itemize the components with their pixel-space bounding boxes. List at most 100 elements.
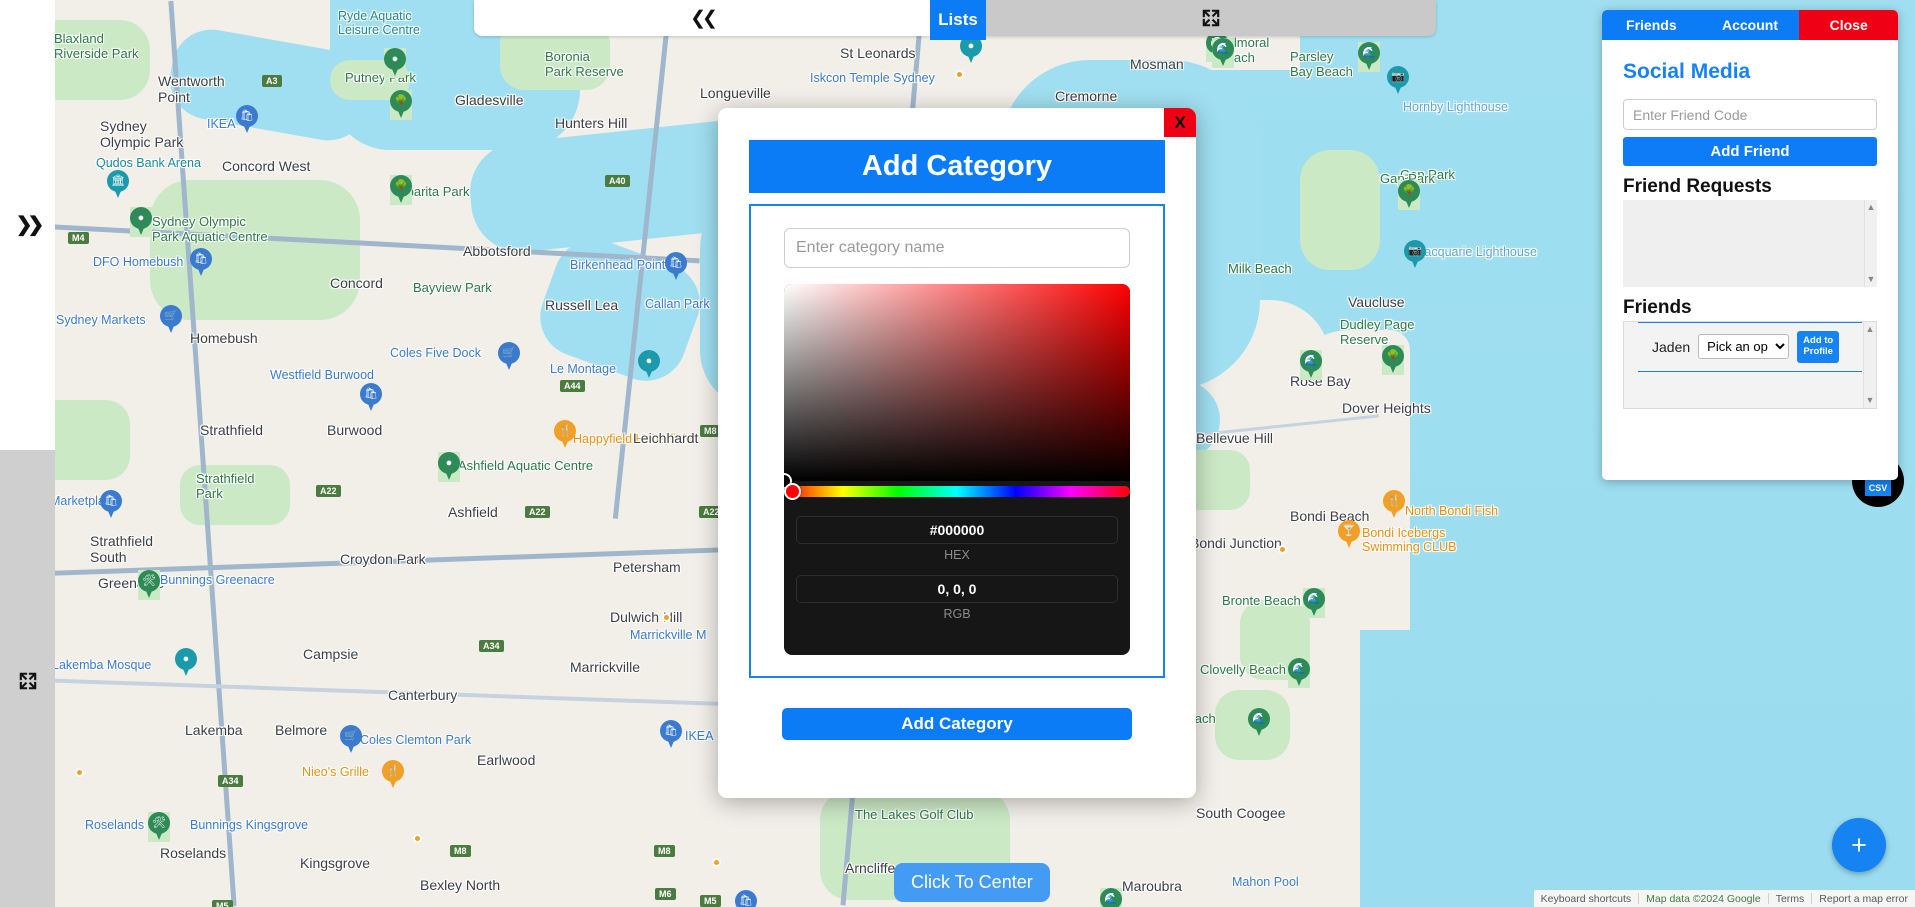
hex-value: #000000 <box>929 522 985 538</box>
tab-account-label: Account <box>1722 17 1778 33</box>
friends-heading: Friends <box>1623 297 1692 318</box>
map-green-gap-park <box>1300 150 1380 270</box>
tab-account[interactable]: Account <box>1700 10 1800 40</box>
map-dot-marker-7[interactable] <box>1278 545 1287 554</box>
tab-friends[interactable]: Friends <box>1602 10 1701 40</box>
page-title: Add Category <box>749 140 1165 193</box>
map-pin-macquarie-lighthouse[interactable]: 📷 <box>1404 240 1426 270</box>
social-panel-tabs: Friends Account Close <box>1602 10 1898 40</box>
friend-name: Jaden <box>1652 338 1691 355</box>
scroll-down-icon[interactable]: ▼ <box>1867 275 1876 284</box>
add-category-form: #000000 HEX 0, 0, 0 RGB <box>749 204 1165 678</box>
csv-badge-label: CSV <box>1868 483 1888 493</box>
friend-requests-list: ▲ ▼ <box>1623 200 1877 287</box>
map-label: Gap Park <box>1380 171 1435 186</box>
friends-list: Jaden Pick an op Add to Profile ▲ ▼ <box>1623 321 1877 409</box>
map-green-strathfield-park <box>180 465 290 525</box>
map-shield-m5: M5 <box>700 895 721 907</box>
map-label: Gap Park <box>1400 167 1455 182</box>
expand-fullscreen-icon[interactable] <box>1200 7 1222 29</box>
map-pin-gap-park[interactable]: 🌳 <box>1398 180 1420 210</box>
expand-fullscreen-icon-left[interactable] <box>17 670 39 692</box>
hue-slider[interactable] <box>784 486 1130 497</box>
friends-scrollbar[interactable]: ▲ ▼ <box>1863 322 1876 408</box>
map-shield-a40: A40 <box>605 175 630 187</box>
attr-report-error[interactable]: Report a map error <box>1812 893 1915 905</box>
saturation-value-area[interactable] <box>784 284 1130 489</box>
chevron-double-right-icon[interactable]: ❯❯ <box>16 215 44 235</box>
map-shield-m8b: M8 <box>450 845 471 857</box>
attr-map-data[interactable]: Map data ©2024 Google <box>1639 893 1768 905</box>
hue-slider-row <box>784 481 1130 503</box>
modal-title-text: Add Category <box>861 150 1053 182</box>
rgb-value: 0, 0, 0 <box>937 581 977 597</box>
map-dot-marker-1[interactable] <box>955 70 964 79</box>
map-label: Macquarie Lighthouse <box>1414 245 1537 259</box>
map-shield-a22b: A22 <box>525 506 550 518</box>
map-pin-parsley-bay[interactable]: 🌊 <box>1358 42 1380 72</box>
scroll-up-icon[interactable]: ▲ <box>1867 203 1876 212</box>
sidebar-fullscreen-rail[interactable] <box>0 450 55 907</box>
add-friend-button[interactable]: Add Friend <box>1623 137 1877 166</box>
modal-close-label: X <box>1174 112 1186 132</box>
color-picker: #000000 HEX 0, 0, 0 RGB <box>784 284 1130 655</box>
tab-lists-label: Lists <box>938 10 978 29</box>
top-panel-collapse-bar[interactable]: ❮❮ <box>474 0 930 36</box>
social-media-heading: Social Media <box>1623 60 1751 83</box>
map-green-putney <box>330 60 410 100</box>
tab-lists[interactable]: Lists <box>930 0 986 40</box>
map-attribution: Keyboard shortcuts Map data ©2024 Google… <box>1533 890 1915 907</box>
hex-value-field[interactable]: #000000 <box>796 516 1118 544</box>
map-shield-m5b: M5 <box>212 900 233 907</box>
scroll-up-icon-friends[interactable]: ▲ <box>1866 325 1875 334</box>
hue-slider-handle[interactable] <box>784 483 801 500</box>
map-green-clovelly <box>1215 690 1290 760</box>
category-name-input[interactable] <box>784 228 1130 268</box>
scroll-down-icon-friends[interactable]: ▼ <box>1866 396 1875 405</box>
add-to-profile-button[interactable]: Add to Profile <box>1797 331 1840 363</box>
map-land-headland <box>1280 330 1410 630</box>
map-dot-marker-5[interactable] <box>712 858 721 867</box>
map-pin-hornby-lighthouse[interactable]: 📷 <box>1387 66 1409 96</box>
map-shield-a44: A44 <box>560 380 585 392</box>
social-panel-body: Social Media Add Friend Friend Requests … <box>1602 40 1898 480</box>
hex-label: HEX <box>944 548 970 562</box>
close-label: Close <box>1829 17 1868 33</box>
friend-list-select[interactable]: Pick an op <box>1698 334 1790 360</box>
map-label: North Bondi Fish <box>1405 504 1499 518</box>
attr-terms[interactable]: Terms <box>1769 893 1812 905</box>
friend-requests-heading: Friend Requests <box>1623 176 1772 197</box>
map-shield-m6: M6 <box>655 888 676 900</box>
tab-friends-label: Friends <box>1626 17 1677 33</box>
add-category-modal: X Add Category #000000 HEX 0, 0, <box>718 108 1196 798</box>
plus-icon: + <box>1851 829 1867 860</box>
friend-requests-scrollbar[interactable]: ▲ ▼ <box>1864 200 1877 287</box>
map-green-bronte <box>1240 600 1310 680</box>
map-label: Hornby Lighthouse <box>1403 100 1508 114</box>
click-to-center-label: Click To Center <box>911 872 1033 892</box>
map-shield-m4: M4 <box>68 232 89 244</box>
rgb-value-field[interactable]: 0, 0, 0 <box>796 575 1118 603</box>
chevron-double-down-icon[interactable]: ❮❮ <box>690 9 718 28</box>
list-item: Jaden Pick an op Add to Profile <box>1638 322 1862 372</box>
click-to-center-button[interactable]: Click To Center <box>894 863 1050 902</box>
map-shield-a3: A3 <box>262 75 282 87</box>
map-dot-marker-4[interactable] <box>413 834 422 843</box>
sidebar-expand-rail[interactable]: ❯❯ <box>0 0 55 450</box>
map-label: Vaucluse <box>1348 294 1405 310</box>
map-shield-m8c: M8 <box>654 845 675 857</box>
social-media-panel: Friends Account Close Social Media Add F… <box>1602 10 1898 480</box>
top-panel-fullscreen-bar[interactable] <box>986 0 1436 36</box>
close-icon[interactable]: X <box>1164 108 1196 137</box>
friend-code-input[interactable] <box>1623 99 1877 130</box>
map-shield-a34b: A34 <box>218 775 243 787</box>
map-shield-a34: A34 <box>479 640 504 652</box>
add-category-submit-button[interactable]: Add Category <box>782 708 1132 740</box>
social-panel-close-tab[interactable]: Close <box>1799 10 1898 40</box>
add-floating-action-button[interactable]: + <box>1832 818 1886 872</box>
map-dot-marker-3[interactable] <box>75 768 84 777</box>
attr-keyboard-shortcuts[interactable]: Keyboard shortcuts <box>1534 893 1638 905</box>
map-dot-marker-6[interactable] <box>662 613 671 622</box>
app-root: A3 A40 M4 A44 A22 A22 A22 M8 A34 A34 M8 … <box>0 0 1915 907</box>
map-shield-a22: A22 <box>316 485 341 497</box>
